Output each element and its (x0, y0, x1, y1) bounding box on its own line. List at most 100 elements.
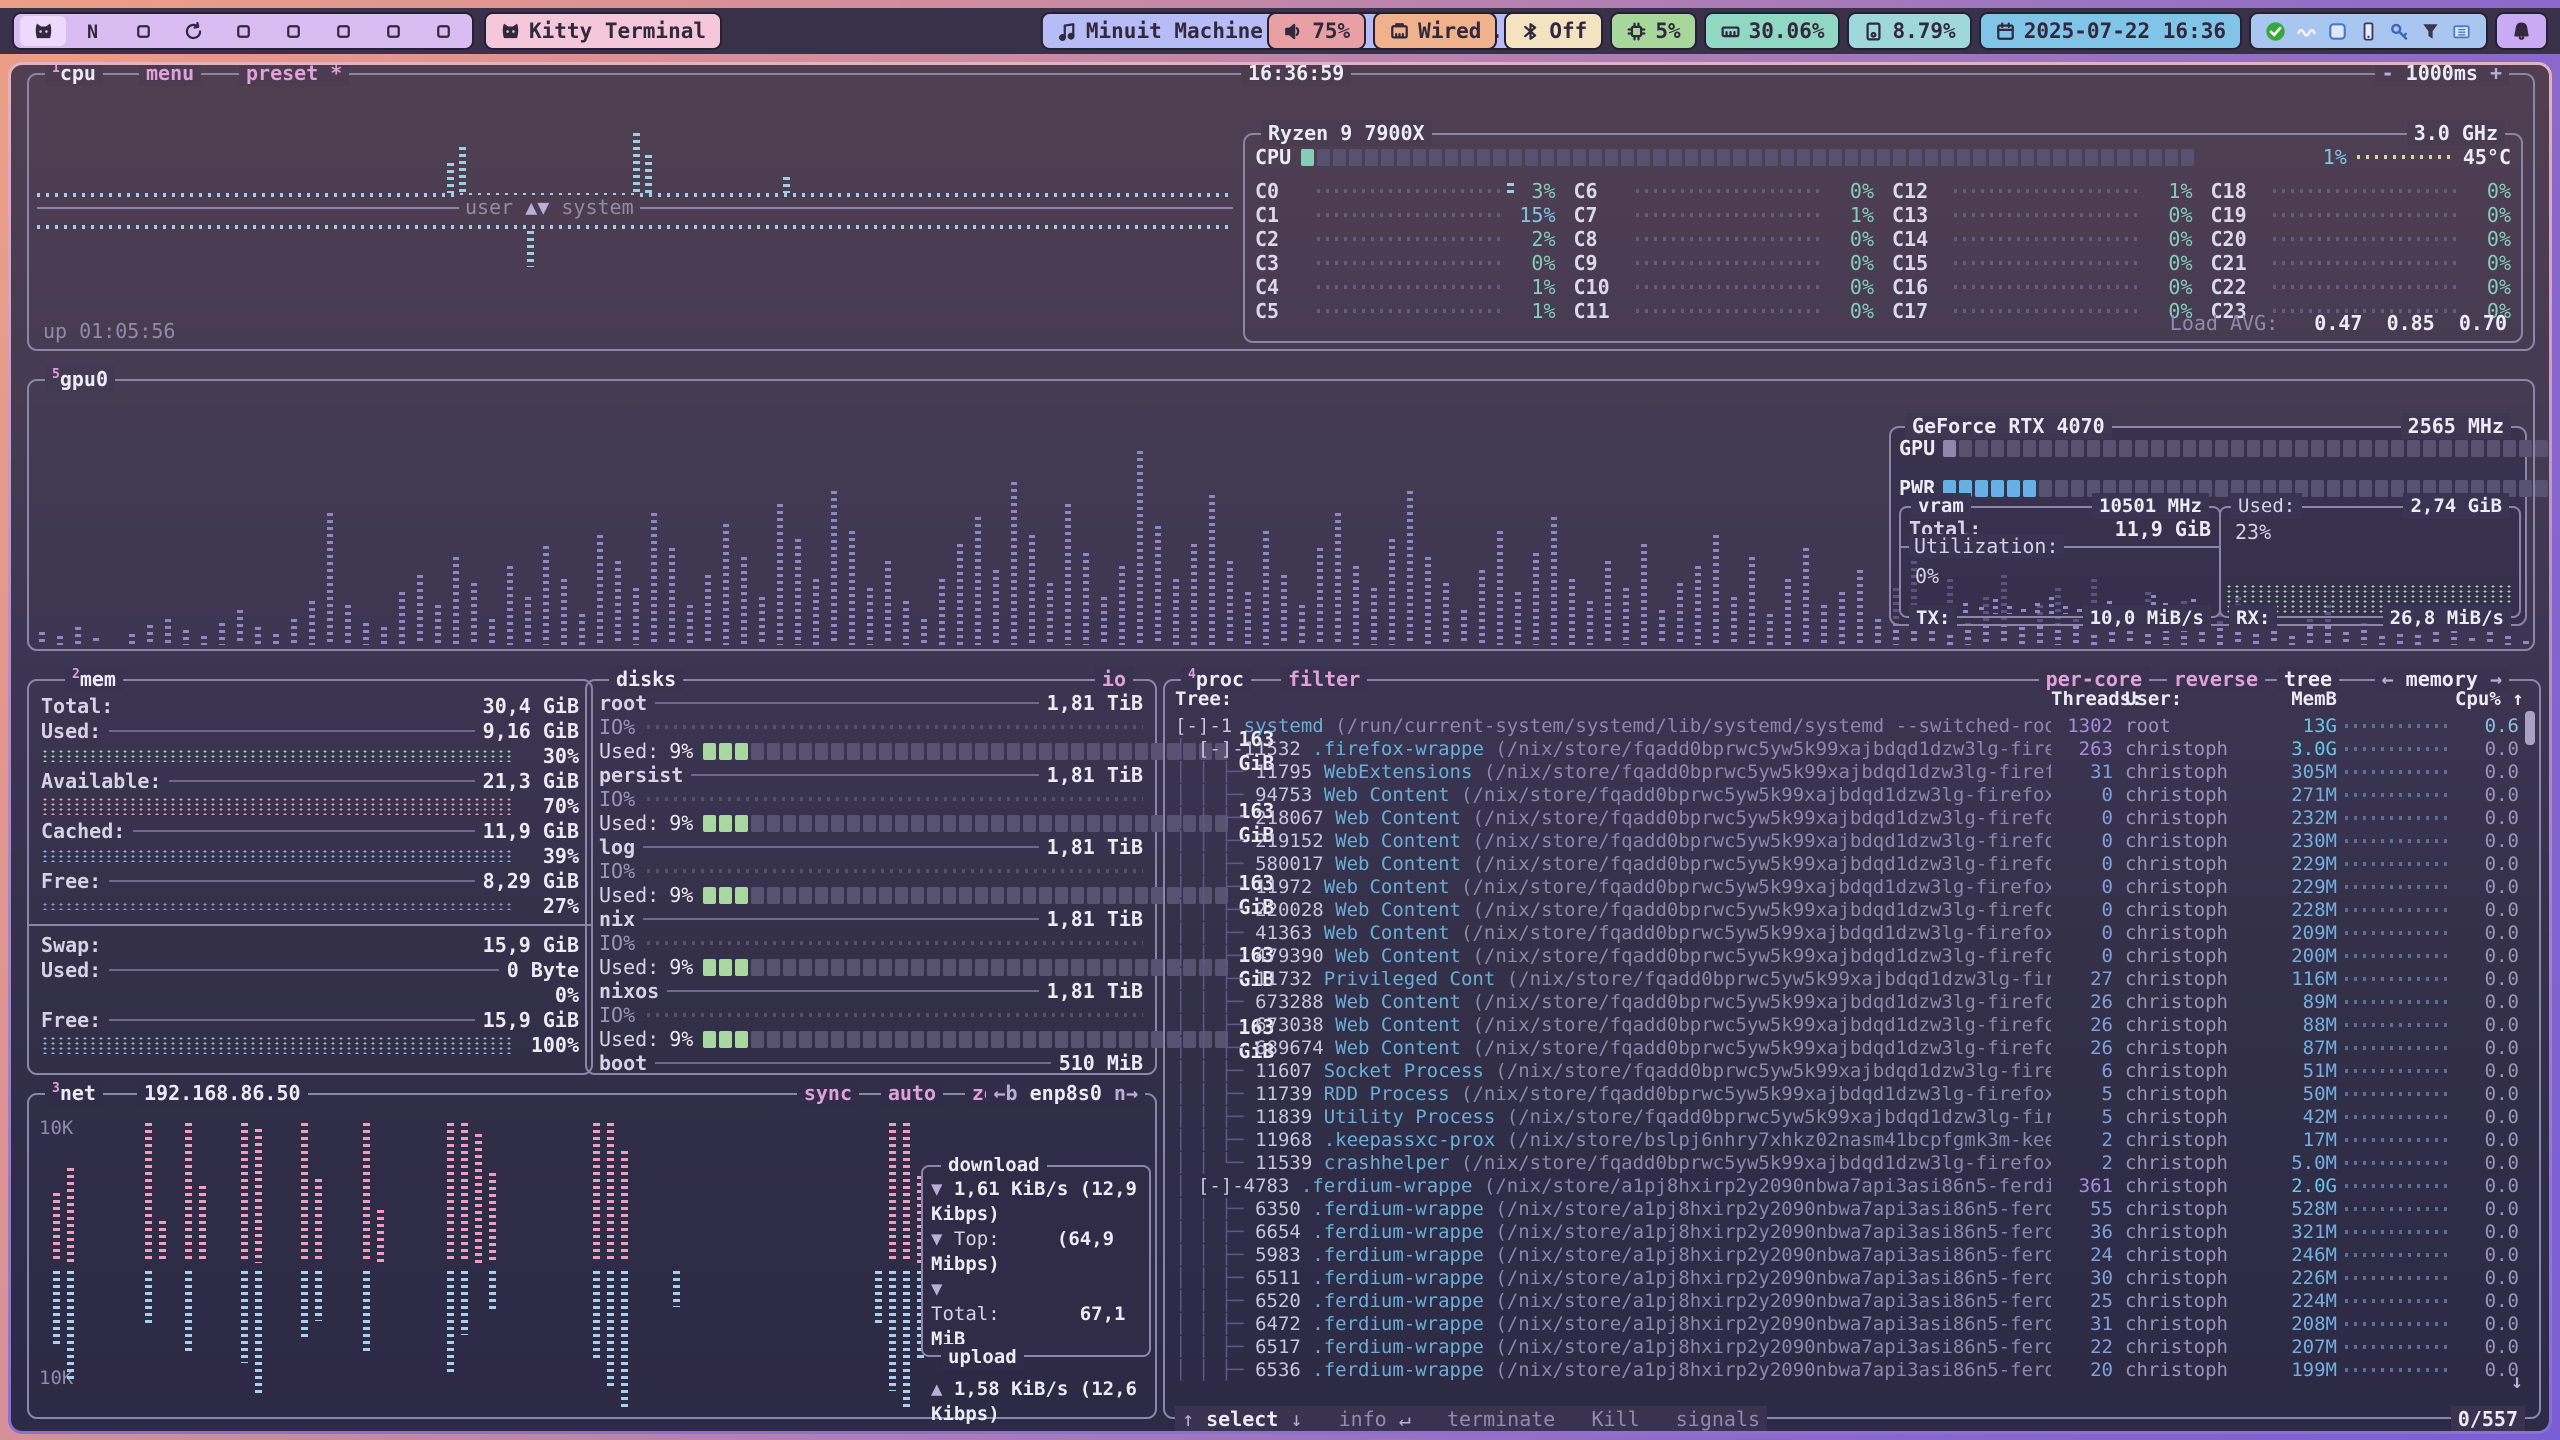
memory-panel: 2mem Total:30,4 GiBUsed:9,16 GiB30%Avail… (27, 679, 593, 1075)
mem-meter-row: 100% (29, 1032, 591, 1057)
disk-usage-widget[interactable]: 8.79% (1847, 12, 1971, 50)
process-row-6350[interactable]: │ │ ├─ 6350 .ferdium-wrappe (/nix/store/… (1175, 1197, 2519, 1220)
workspace-4-button[interactable] (170, 16, 216, 46)
kill-key[interactable]: Kill (1591, 1407, 1639, 1431)
network-panel-title[interactable]: 3net (45, 1080, 103, 1106)
disks-io-toggle[interactable]: io (1095, 666, 1133, 692)
proc-footer-keys: ↑ select ↓ info ↵ terminate Kill signals (1175, 1406, 1767, 1431)
process-row-11968[interactable]: │ │ ├─ 11968 .keepassxc-prox (/nix/store… (1175, 1128, 2519, 1151)
disk-nix: nix1,81 TiB (587, 907, 1155, 931)
proc-scrollbar[interactable] (2525, 711, 2535, 745)
process-row-6654[interactable]: │ │ ├─ 6654 .ferdium-wrappe (/nix/store/… (1175, 1220, 2519, 1243)
core-c19: C190% (2211, 203, 2512, 227)
workspace-8-button[interactable] (370, 16, 416, 46)
select-down-key[interactable]: ↓ (1290, 1407, 1302, 1431)
mem-meter-row: 70% (29, 793, 591, 818)
system-tray[interactable] (2249, 12, 2488, 50)
process-row-41363[interactable]: │ │ ├─ 41363 Web Content (/nix/store/fqa… (1175, 921, 2519, 944)
process-row-11607[interactable]: │ │ ├─ 11607 Socket Process (/nix/store/… (1175, 1059, 2519, 1082)
process-row-11972[interactable]: │ │ ├─ 11972 Web Content (/nix/store/fqa… (1175, 875, 2519, 898)
process-row-1[interactable]: [-]-1 systemd (/run/current-system/syste… (1175, 714, 2519, 737)
bluetooth-icon (1520, 21, 1541, 42)
network-widget[interactable]: Wired (1373, 12, 1497, 50)
process-row-218067[interactable]: │ │ ├─ 218067 Web Content (/nix/store/fq… (1175, 806, 2519, 829)
select-up-key[interactable]: ↑ (1182, 1407, 1194, 1431)
process-row-11839[interactable]: │ │ ├─ 11839 Utility Process (/nix/store… (1175, 1105, 2519, 1128)
bluetooth-widget[interactable]: Off (1504, 12, 1603, 50)
process-list: [-]-1 systemd (/run/current-system/syste… (1175, 714, 2519, 1381)
net-interface-switcher[interactable]: ←b enp8s0 n→ (986, 1080, 1145, 1106)
process-row-673038[interactable]: │ │ ├─ 673038 Web Content (/nix/store/fq… (1175, 1013, 2519, 1036)
memory-usage-widget[interactable]: 30.06% (1704, 12, 1841, 50)
process-row-479390[interactable]: │ │ ├─ 479390 Web Content (/nix/store/fq… (1175, 944, 2519, 967)
core-grid: C03%C115%C22%C30%C41%C51%C60%C71%C80%C90… (1255, 179, 2511, 323)
mem-meter-row: 27% (29, 893, 591, 918)
network-panel: 3net 192.168.86.50 sync auto zero ←b enp… (27, 1093, 1157, 1419)
terminate-key[interactable]: terminate (1447, 1407, 1555, 1431)
process-row-673288[interactable]: │ │ ├─ 673288 Web Content (/nix/store/fq… (1175, 990, 2519, 1013)
info-key[interactable]: info (1339, 1407, 1387, 1431)
proc-column-headers[interactable]: Tree: Threads: User: MemB Cpu% ↑ (1175, 687, 2519, 710)
cpu-graph-legend[interactable]: user ▲▼ system (459, 195, 640, 219)
process-row-11732[interactable]: │ │ ├─ 11732 Privileged Cont (/nix/store… (1175, 967, 2519, 990)
core-c3: C30% (1255, 251, 1556, 275)
disks-panel: disks io root1,81 TiBIO%Used:9%163 GiBpe… (585, 679, 1157, 1075)
core-c7: C71% (1574, 203, 1875, 227)
workspace-5-button[interactable] (220, 16, 266, 46)
workspace-6-button[interactable] (270, 16, 316, 46)
disk-used-row: Used:9%163 GiB (587, 955, 1155, 979)
workspace-9-button[interactable] (420, 16, 466, 46)
disk-root: root1,81 TiB (587, 691, 1155, 715)
gpu-panel-title[interactable]: 5gpu0 (45, 366, 115, 392)
process-row-5983[interactable]: │ │ ├─ 5983 .ferdium-wrappe (/nix/store/… (1175, 1243, 2519, 1266)
disk-nixos: nixos1,81 TiB (587, 979, 1155, 1003)
disk-used-row: Used:9%163 GiB (587, 883, 1155, 907)
vram-utilization-label: Utilization: (1909, 534, 2064, 558)
cpu-usage-widget[interactable]: 5% (1610, 12, 1696, 50)
memory-panel-title[interactable]: 2mem (65, 666, 123, 692)
net-sync-toggle[interactable]: sync (797, 1080, 859, 1106)
workspace-7-button[interactable] (320, 16, 366, 46)
process-row-6472[interactable]: │ │ ├─ 6472 .ferdium-wrappe (/nix/store/… (1175, 1312, 2519, 1335)
square-icon (433, 21, 454, 42)
window-title-pill[interactable]: Kitty Terminal (484, 12, 722, 50)
workspace-2-button[interactable]: N (70, 16, 116, 46)
core-c11: C110% (1574, 299, 1875, 323)
process-row-11739[interactable]: │ │ ├─ 11739 RDD Process (/nix/store/fqa… (1175, 1082, 2519, 1105)
process-row-219152[interactable]: │ │ ├─ 219152 Web Content (/nix/store/fq… (1175, 829, 2519, 852)
process-row-11795[interactable]: │ │ ├─ 11795 WebExtensions (/nix/store/f… (1175, 760, 2519, 783)
signals-key[interactable]: signals (1676, 1407, 1760, 1431)
process-row-6511[interactable]: │ │ ├─ 6511 .ferdium-wrappe (/nix/store/… (1175, 1266, 2519, 1289)
workspace-switcher: N (12, 12, 474, 50)
grid-icon (2451, 21, 2472, 42)
gpu-mem-used-label: Used: (2231, 493, 2302, 519)
workspace-3-button[interactable] (120, 16, 166, 46)
vram-frequency: 10501 MHz (2092, 493, 2209, 519)
volume-widget[interactable]: 75% (1267, 12, 1366, 50)
process-row-6536[interactable]: │ │ ├─ 6536 .ferdium-wrappe (/nix/store/… (1175, 1358, 2519, 1381)
network-ip: 192.168.86.50 (137, 1080, 308, 1106)
process-row-11539[interactable]: │ │ └─ 11539 crashhelper (/nix/store/fqa… (1175, 1151, 2519, 1174)
disk-log: log1,81 TiB (587, 835, 1155, 859)
core-c8: C80% (1574, 227, 1875, 251)
process-row-11532[interactable]: │ [-]-11532 .firefox-wrappe (/nix/store/… (1175, 737, 2519, 760)
disk-io-row: IO% (587, 1003, 1155, 1027)
core-c9: C90% (1574, 251, 1875, 275)
net-auto-toggle[interactable]: auto (881, 1080, 943, 1106)
process-row-6520[interactable]: │ │ ├─ 6520 .ferdium-wrappe (/nix/store/… (1175, 1289, 2519, 1312)
clock-widget[interactable]: 2025-07-22 16:36 (1979, 12, 2242, 50)
process-row-6517[interactable]: │ │ ├─ 6517 .ferdium-wrappe (/nix/store/… (1175, 1335, 2519, 1358)
process-row-94753[interactable]: │ │ ├─ 94753 Web Content (/nix/store/fqa… (1175, 783, 2519, 806)
scroll-down-arrow[interactable]: ↓ (2511, 1369, 2523, 1393)
process-row-220028[interactable]: │ │ ├─ 220028 Web Content (/nix/store/fq… (1175, 898, 2519, 921)
workspace-1-button[interactable] (20, 16, 66, 46)
process-row-689674[interactable]: │ │ ├─ 689674 Web Content (/nix/store/fq… (1175, 1036, 2519, 1059)
process-row-4783[interactable]: │ [-]-4783 .ferdium-wrappe (/nix/store/a… (1175, 1174, 2519, 1197)
calendar-icon (1995, 21, 2016, 42)
core-c18: C180% (2211, 179, 2512, 203)
funnel-icon (2420, 21, 2441, 42)
process-row-580017[interactable]: │ │ ├─ 580017 Web Content (/nix/store/fq… (1175, 852, 2519, 875)
mem-stat-row: Total:30,4 GiB (29, 693, 591, 718)
disks-panel-title[interactable]: disks (609, 666, 683, 692)
notifications-widget[interactable] (2495, 12, 2548, 50)
